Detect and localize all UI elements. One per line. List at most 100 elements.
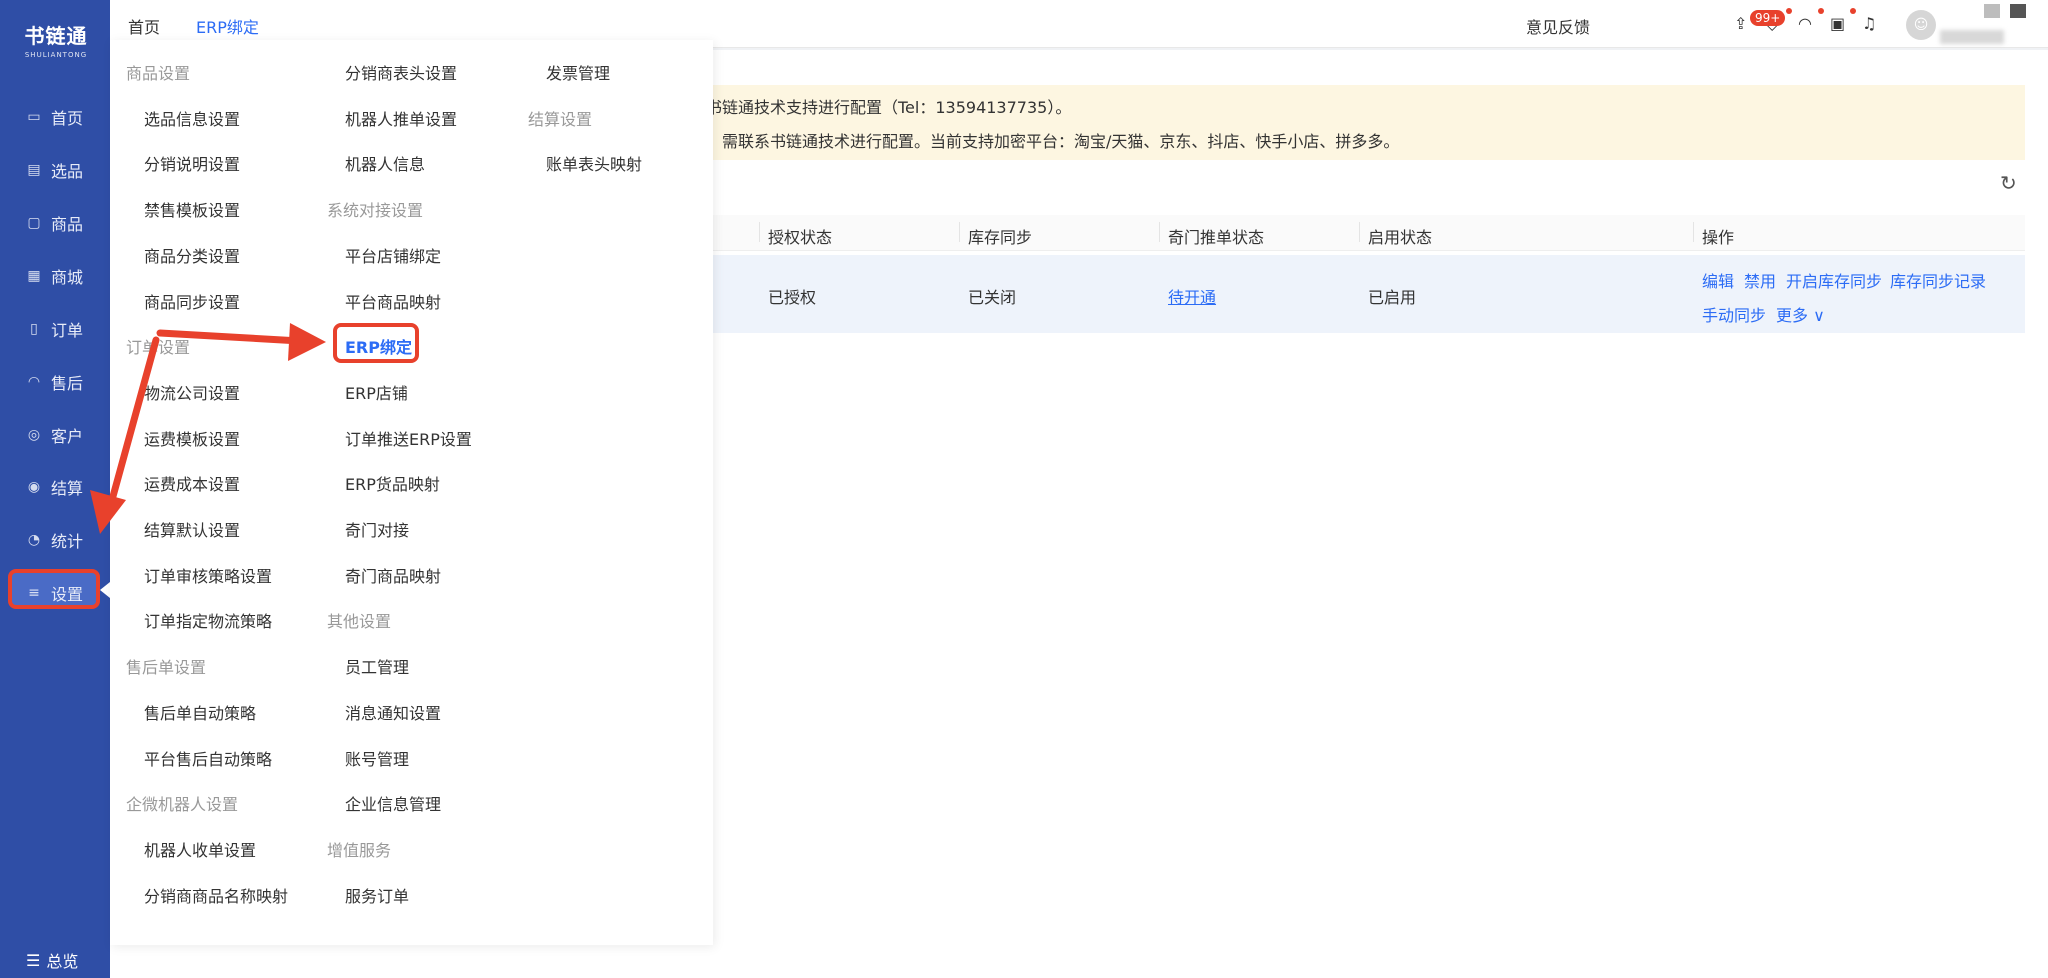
menu-item[interactable]: 订单推送ERP设置 (345, 426, 472, 450)
sidebar-item[interactable]: ◎ 客户 (24, 420, 83, 450)
avatar[interactable]: ☺ (1906, 10, 1936, 40)
menu-item[interactable]: 奇门对接 (345, 517, 409, 541)
menu-section-header: 其他设置 (327, 612, 392, 632)
sidebar-item[interactable]: ▭ 首页 (24, 102, 83, 132)
menu-item[interactable]: 物流公司设置 (144, 380, 240, 404)
menu-item[interactable]: 禁售模板设置 (144, 197, 240, 221)
logo-name: 书链通 (24, 24, 88, 48)
monitor-icon: ▭ (27, 109, 41, 125)
sidebar-item[interactable]: ▢ 商品 (24, 208, 83, 238)
tag-notify-dot (1786, 8, 1792, 14)
username-redacted (1940, 30, 2004, 44)
menu-item[interactable]: 平台商品映射 (345, 289, 441, 313)
menu-item[interactable]: 商品分类设置 (144, 243, 240, 267)
sidebar-item-label: 首页 (51, 109, 84, 128)
sidebar-item[interactable]: ▤ 选品 (24, 155, 83, 185)
menu-item[interactable]: 分销说明设置 (144, 151, 240, 175)
menu-item[interactable]: 企业信息管理 (345, 791, 441, 815)
menu-item[interactable]: 奇门商品映射 (345, 563, 441, 587)
box-icon: ▢ (27, 215, 41, 231)
menu-item[interactable]: 商品同步设置 (144, 289, 240, 313)
robot-icon[interactable]: ▣ (1830, 14, 1845, 33)
menu-item[interactable]: 机器人信息 (345, 151, 425, 175)
more-button[interactable]: 更多 ∨ (1776, 302, 1825, 326)
column-divider (1693, 222, 1694, 242)
menu-item[interactable]: 服务订单 (345, 883, 409, 907)
sidebar-item[interactable]: ◠ 售后 (24, 367, 83, 397)
header-stock-sync: 库存同步 (968, 228, 1033, 247)
menu-item[interactable]: 账号管理 (345, 746, 409, 770)
logo[interactable]: 书链通 SHULIANTONG (18, 20, 94, 59)
headset-notify-dot (1818, 8, 1824, 14)
sidebar-item[interactable]: ≡ 设置 (24, 578, 83, 608)
menu-item[interactable]: 账单表头映射 (546, 151, 642, 175)
menu-item[interactable]: 平台售后自动策略 (144, 746, 272, 770)
menu-item[interactable]: 发票管理 (546, 60, 610, 84)
tab-home[interactable]: 首页 (128, 14, 160, 38)
refresh-icon[interactable]: ↻ (2000, 171, 2017, 195)
menu-item[interactable]: 结算默认设置 (144, 517, 240, 541)
menu-item[interactable]: 分销商表头设置 (345, 60, 457, 84)
cell-enabled-status: 已启用 (1368, 288, 1417, 307)
menu-item[interactable]: 订单审核策略设置 (144, 563, 272, 587)
qimen-status-link[interactable]: 待开通 (1168, 284, 1216, 308)
menu-item[interactable]: 运费成本设置 (144, 471, 240, 495)
menu-section-header: 订单设置 (126, 338, 191, 358)
menu-pointer (100, 582, 110, 598)
sidebar-item[interactable]: ▯ 订单 (24, 314, 83, 344)
menu-item[interactable]: 平台店铺绑定 (345, 243, 441, 267)
sidebar-item-label: 订单 (51, 321, 84, 340)
robot-notify-dot (1850, 8, 1856, 14)
menu-section-header: 增值服务 (327, 840, 392, 860)
menu-item[interactable]: 运费模板设置 (144, 426, 240, 450)
column-divider (759, 222, 760, 242)
sidebar-item[interactable]: ▦ 商城 (24, 261, 83, 291)
column-divider (1159, 222, 1160, 242)
cell-auth-status: 已授权 (768, 288, 817, 307)
menu-section-header: 商品设置 (126, 64, 191, 83)
tab-erp-binding[interactable]: ERP绑定 (196, 14, 259, 38)
sidebar-item[interactable]: ◔ 统计 (24, 525, 83, 555)
sidebar-item-label: 设置 (51, 585, 84, 604)
headset-icon[interactable]: ◠ (1798, 14, 1812, 33)
menu-item[interactable]: 员工管理 (345, 654, 409, 678)
menu-icon: ☰ (26, 950, 41, 970)
edit-button[interactable]: 编辑 (1702, 268, 1734, 292)
menu-item[interactable]: 分销商商品名称映射 (144, 883, 288, 907)
header-enabled-status: 启用状态 (1368, 228, 1433, 247)
menu-section-header: 售后单设置 (126, 658, 207, 678)
sidebar-item-label: 售后 (51, 374, 84, 393)
enable-stock-sync-button[interactable]: 开启库存同步 (1786, 268, 1882, 292)
menu-item[interactable]: 机器人推单设置 (345, 106, 457, 130)
redacted-block (1984, 4, 2000, 18)
menu-item[interactable]: 订单指定物流策略 (144, 608, 272, 632)
header-auth-status: 授权状态 (768, 228, 833, 247)
erp-binding-highlight-box (333, 323, 419, 363)
chevron-down-icon: ∨ (1813, 306, 1825, 325)
stock-sync-log-button[interactable]: 库存同步记录 (1890, 268, 1986, 292)
menu-item[interactable]: ERP货品映射 (345, 471, 440, 495)
menu-item[interactable]: 机器人收单设置 (144, 837, 256, 861)
menu-section-header: 结算设置 (528, 109, 593, 129)
logo-subtitle: SHULIANTONG (24, 51, 88, 59)
menu-item[interactable]: 消息通知设置 (345, 700, 441, 724)
bell-icon[interactable]: ♫ (1862, 14, 1876, 33)
feedback-link[interactable]: 意见反馈 (1526, 14, 1590, 38)
sidebar-item[interactable]: ◉ 结算 (24, 472, 83, 502)
notification-badge: 99+ (1750, 10, 1786, 26)
overview-toggle[interactable]: ☰ 总览 (26, 948, 78, 972)
document-icon: ▯ (30, 321, 38, 337)
menu-item[interactable]: 售后单自动策略 (144, 700, 256, 724)
pie-chart-icon: ◔ (27, 532, 41, 548)
sidebar-item-label: 选品 (51, 162, 84, 181)
menu-item[interactable]: 选品信息设置 (144, 106, 240, 130)
disable-button[interactable]: 禁用 (1744, 268, 1776, 292)
manual-sync-button[interactable]: 手动同步 (1702, 302, 1766, 326)
settle-icon: ◉ (27, 479, 41, 495)
sidebar-item-label: 结算 (51, 479, 84, 498)
header-actions: 操作 (1702, 228, 1735, 247)
menu-item[interactable]: ERP店铺 (345, 380, 408, 404)
users-icon: ◎ (27, 427, 41, 443)
upload-icon[interactable]: ⇪ (1734, 14, 1747, 33)
sidebar-item-label: 客户 (51, 427, 84, 446)
